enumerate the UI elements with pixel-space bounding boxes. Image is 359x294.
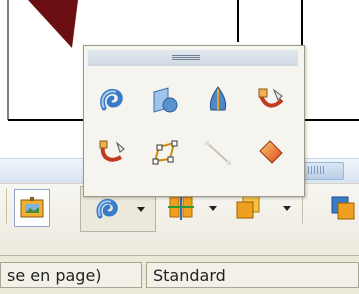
toolbar-button-partial[interactable]	[326, 189, 359, 225]
page-style-field[interactable]: se en page)	[0, 262, 142, 288]
palette-button-hook[interactable]	[92, 133, 132, 173]
orange-gradient-icon	[259, 140, 283, 164]
palette-button-freeform[interactable]	[251, 80, 291, 120]
partial-shape-icon	[331, 196, 354, 220]
blue-curved-arrow-icon	[100, 88, 123, 111]
toolbar-button-picture[interactable]	[14, 189, 50, 227]
palette-button-gradient[interactable]	[251, 133, 291, 173]
orange-polygon-icon	[152, 140, 178, 165]
palette-button-line-disabled	[198, 133, 238, 173]
paragraph-style-field[interactable]: Standard	[146, 262, 359, 288]
chevron-down-icon[interactable]	[209, 206, 217, 211]
align-icon	[168, 194, 194, 220]
palette-button-polygon[interactable]	[145, 133, 185, 173]
blue-curved-arrow-icon	[96, 198, 118, 219]
shape-with-circle-icon	[153, 87, 178, 113]
palette-button-shape[interactable]	[145, 80, 185, 120]
palette-button-teardrop[interactable]	[198, 80, 238, 120]
blue-teardrop-icon	[209, 86, 227, 111]
curves-palette-popup	[83, 45, 305, 197]
toolbar-separator	[6, 188, 7, 224]
scrollbar-grip-icon	[308, 166, 324, 174]
disabled-line-icon	[205, 141, 231, 165]
dark-red-shape	[28, 0, 78, 48]
grip-icon	[172, 55, 200, 61]
red-hook-curve-icon	[99, 140, 125, 162]
picture-frame-icon	[20, 197, 44, 218]
red-curve-hand-icon	[258, 88, 284, 108]
orange-square-icon	[236, 195, 260, 219]
status-bar: se en page) Standard	[0, 255, 359, 294]
chevron-down-icon[interactable]	[283, 206, 291, 211]
chevron-down-icon[interactable]	[137, 207, 145, 212]
palette-button-curve[interactable]	[92, 80, 132, 120]
